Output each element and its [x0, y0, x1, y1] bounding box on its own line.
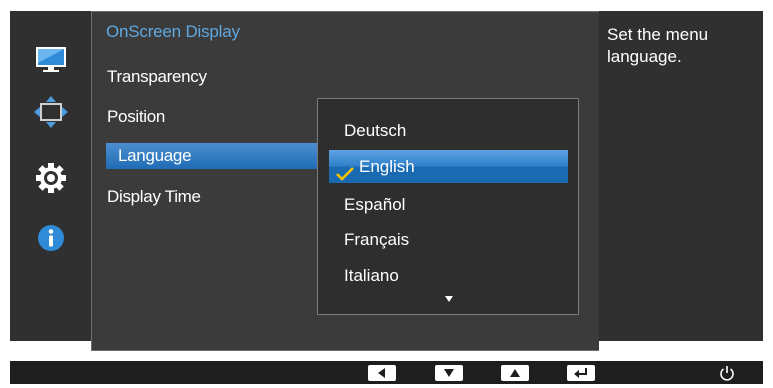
left-arrow-key-icon[interactable]	[368, 365, 396, 381]
key-guide-bar	[10, 361, 763, 384]
language-option-espanol[interactable]: Español	[344, 188, 405, 221]
help-panel: Set the menu language.	[599, 11, 763, 341]
menu-item-transparency[interactable]: Transparency	[107, 64, 207, 90]
info-icon[interactable]	[34, 221, 68, 255]
up-arrow-key-icon[interactable]	[501, 365, 529, 381]
menu-item-language[interactable]: Language	[106, 143, 319, 169]
down-arrow-key-icon[interactable]	[435, 365, 463, 381]
language-option-italiano[interactable]: Italiano	[344, 259, 399, 292]
enter-key-icon[interactable]	[567, 365, 595, 381]
osd-menu: OnScreen Display Transparency Position L…	[0, 0, 773, 351]
power-icon[interactable]	[717, 363, 737, 383]
language-dropdown[interactable]: Deutsch English Español Français Italian…	[317, 98, 579, 315]
language-option-english[interactable]: English	[329, 150, 568, 183]
language-option-label: English	[359, 157, 415, 176]
menu-item-position[interactable]: Position	[107, 104, 165, 130]
panel-title: OnScreen Display	[106, 22, 240, 41]
help-text: Set the menu language.	[607, 25, 709, 66]
position-icon[interactable]	[34, 95, 68, 129]
menu-item-display-time[interactable]: Display Time	[107, 184, 201, 210]
settings-gear-icon[interactable]	[34, 161, 68, 195]
category-sidebar	[10, 11, 91, 341]
language-option-deutsch[interactable]: Deutsch	[344, 114, 406, 147]
language-option-francais[interactable]: Français	[344, 223, 409, 256]
scroll-down-arrow-icon[interactable]	[445, 296, 453, 302]
picture-icon[interactable]	[34, 45, 68, 79]
